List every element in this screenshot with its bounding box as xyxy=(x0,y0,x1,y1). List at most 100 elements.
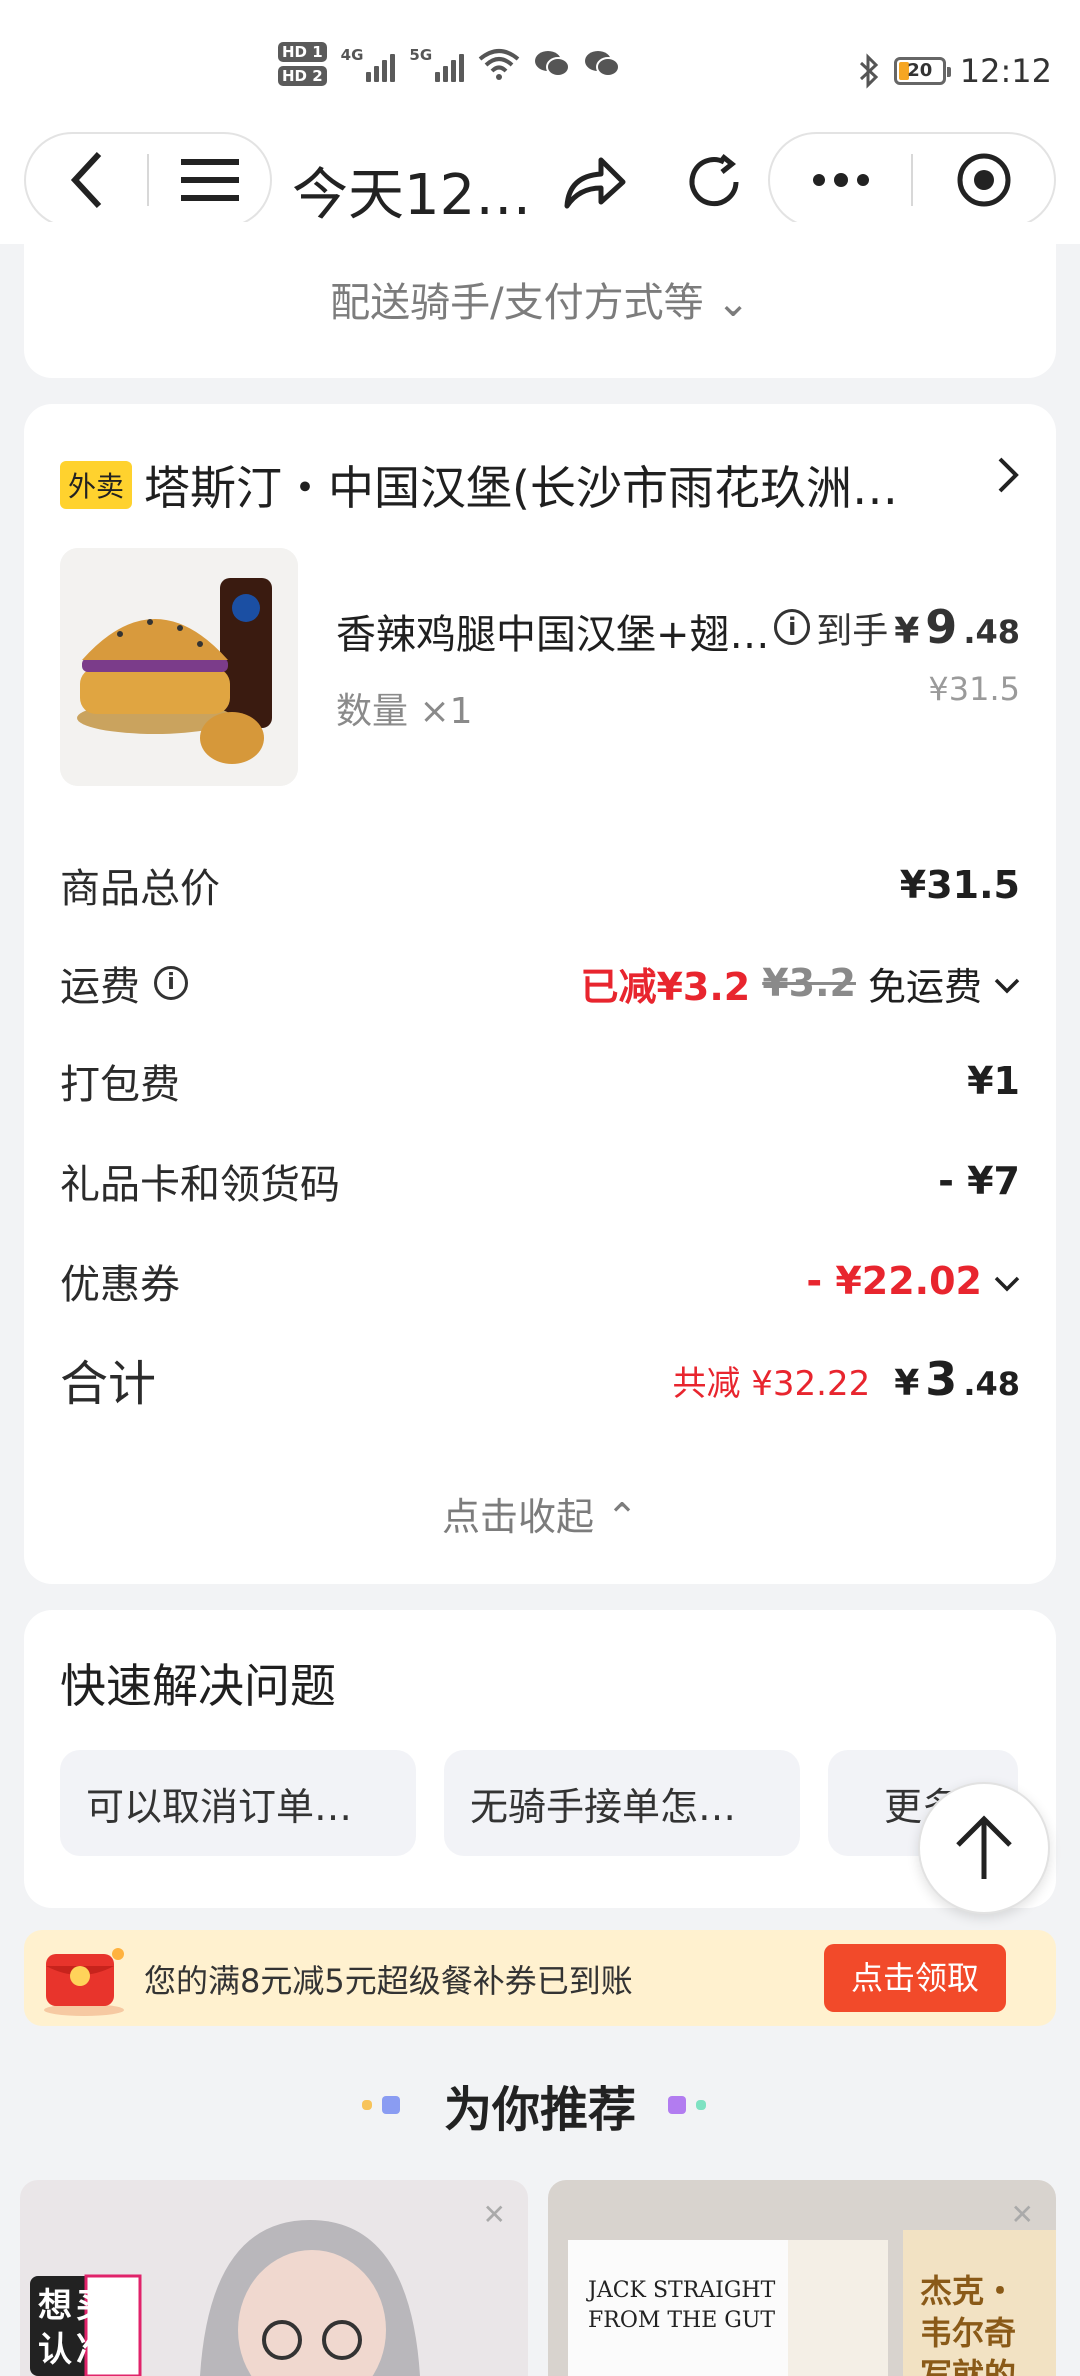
goods-total-label: 商品总价 xyxy=(60,866,220,912)
packing-fee-value: ¥1 xyxy=(967,1059,1020,1103)
price-yen: ¥ xyxy=(894,611,920,652)
arrow-up-icon xyxy=(956,1815,1012,1879)
total-row: 合计 共减 ¥32.22 ¥3.48 xyxy=(60,1344,1020,1414)
back-button[interactable] xyxy=(26,134,147,226)
price-dec: .48 xyxy=(963,613,1020,651)
goods-total-row: 商品总价 ¥31.5 xyxy=(60,850,1020,920)
hd-indicators: HD 1 HD 2 xyxy=(278,42,327,86)
recommend-dots-right xyxy=(668,2096,706,2114)
hd2-badge: HD 2 xyxy=(278,66,327,86)
info-icon[interactable]: i xyxy=(774,609,811,645)
signal-4g-icon: 4G xyxy=(341,46,396,82)
free-delivery-label: 免运费 xyxy=(867,964,982,1009)
delivery-info-card: 配送骑手/支付方式等 ⌄ xyxy=(24,222,1056,378)
coupon-value: - ¥22.02 xyxy=(806,1259,982,1303)
delivery-reduced: 已减¥3.2 xyxy=(580,964,751,1009)
store-name: 塔斯汀・中国汉堡(长沙市雨花玖洲… xyxy=(144,461,898,515)
delivery-fee-value: 已减¥3.2 ¥3.2 免运费 xyxy=(580,956,1020,1011)
refresh-icon xyxy=(689,154,739,207)
total-label: 合计 xyxy=(60,1356,157,1412)
more-button[interactable] xyxy=(770,134,911,226)
page-title: 今天12… xyxy=(292,163,532,228)
tile2-text: JACK STRAIGHT FROM THE GUT xyxy=(588,2278,776,2333)
bluetooth-icon xyxy=(859,53,878,89)
burger-illustration xyxy=(60,548,298,786)
tile1-text: 想买 认准 xyxy=(38,2286,114,2370)
quick-help-title: 快速解决问题 xyxy=(60,1659,336,1713)
gift-card-value: - ¥7 xyxy=(938,1159,1020,1203)
back-icon xyxy=(70,151,101,209)
delivery-original: ¥3.2 xyxy=(762,961,856,1005)
recommend-title: 为你推荐 xyxy=(443,2082,636,2138)
chevron-down-icon xyxy=(994,1261,1020,1301)
red-packet-icon xyxy=(44,1948,124,2016)
signal-5g-icon: 5G xyxy=(409,46,465,82)
wechat-icon-2 xyxy=(585,51,621,77)
status-bar: HD 1 HD 2 4G 5G 20 12:12 xyxy=(0,0,1080,132)
collapse-toggle[interactable]: 点击收起 ⌃ xyxy=(24,1486,1056,1541)
more-icon xyxy=(812,173,869,187)
total-dec: .48 xyxy=(963,1365,1020,1403)
battery-icon: 20 xyxy=(893,57,951,85)
product-price: i 到手 ¥9.48 xyxy=(774,600,1020,654)
recommend-item[interactable]: ✕ 想买 认准 xyxy=(20,2180,528,2376)
back-to-top-button[interactable] xyxy=(918,1782,1050,1914)
order-card: 外卖 塔斯汀・中国汉堡(长沙市雨花玖洲… 香辣鸡腿中国汉堡+翅… 数量 ×1 i… xyxy=(24,404,1056,1584)
menu-icon xyxy=(180,159,239,201)
refresh-button[interactable] xyxy=(680,146,752,218)
hd1-badge: HD 1 xyxy=(278,42,327,62)
wechat-icon xyxy=(535,51,571,77)
delivery-fee-row[interactable]: 运费 i 已减¥3.2 ¥3.2 免运费 xyxy=(60,948,1020,1018)
nav-capsule-right xyxy=(768,132,1056,228)
chevron-down-icon xyxy=(994,963,1020,1003)
recommend-item[interactable]: ✕ JACK STRAIGHT FROM THE GUT 杰克・韦尔奇 写就的 xyxy=(548,2180,1056,2376)
claim-button[interactable]: 点击领取 xyxy=(824,1944,1006,2012)
share-icon xyxy=(564,157,626,209)
target-icon xyxy=(957,153,1010,207)
delivery-fee-label-wrap: 运费 i xyxy=(60,954,188,1012)
total-value-wrap: 共减 ¥32.22 ¥3.48 xyxy=(672,1352,1020,1406)
price-int: 9 xyxy=(925,600,958,654)
close-miniapp-button[interactable] xyxy=(913,134,1054,226)
packing-fee-label: 打包费 xyxy=(60,1062,180,1108)
wifi-icon xyxy=(478,49,520,80)
price-prefix: 到手 xyxy=(816,611,889,652)
delivery-fee-label: 运费 xyxy=(60,964,140,1010)
info-icon[interactable]: i xyxy=(154,966,188,1000)
total-saved: 共减 ¥32.22 xyxy=(672,1364,871,1404)
product-original-price: ¥31.5 xyxy=(928,670,1020,708)
status-right: 20 12:12 xyxy=(858,52,1052,90)
coupon-label: 优惠券 xyxy=(60,1262,180,1308)
quick-help-card: 快速解决问题 可以取消订单… 无骑手接单怎… 更多 xyxy=(24,1610,1056,1908)
coupon-value-wrap: - ¥22.02 xyxy=(806,1259,1020,1303)
dismiss-icon[interactable]: ✕ xyxy=(483,2198,506,2231)
net1-label: 4G xyxy=(340,46,364,64)
coupon-row[interactable]: 优惠券 - ¥22.02 xyxy=(60,1246,1020,1316)
banner-text: 您的满8元减5元超级餐补券已到账 xyxy=(144,1962,633,2000)
share-button[interactable] xyxy=(558,146,630,218)
nav-capsule-left xyxy=(24,132,272,228)
takeout-tag: 外卖 xyxy=(60,461,133,509)
total-yen: ¥ xyxy=(894,1363,920,1404)
gift-card-row: 礼品卡和领货码 - ¥7 xyxy=(60,1146,1020,1216)
clock: 12:12 xyxy=(959,52,1052,90)
delivery-expand-toggle[interactable]: 配送骑手/支付方式等 ⌄ xyxy=(24,270,1056,328)
store-header[interactable]: 外卖 塔斯汀・中国汉堡(长沙市雨花玖洲… xyxy=(60,452,898,518)
packing-fee-row: 打包费 ¥1 xyxy=(60,1046,1020,1116)
menu-button[interactable] xyxy=(149,134,270,226)
help-chip-no-rider[interactable]: 无骑手接单怎… xyxy=(444,1750,800,1856)
chevron-right-icon[interactable] xyxy=(996,452,1020,506)
coupon-banner[interactable]: 您的满8元减5元超级餐补券已到账 点击领取 xyxy=(24,1930,1056,2026)
net2-label: 5G xyxy=(409,46,433,64)
status-left: HD 1 HD 2 4G 5G xyxy=(278,42,621,86)
dismiss-icon[interactable]: ✕ xyxy=(1011,2198,1034,2231)
product-image[interactable] xyxy=(60,548,298,786)
product-title[interactable]: 香辣鸡腿中国汉堡+翅… xyxy=(336,602,770,660)
goods-total-value: ¥31.5 xyxy=(899,863,1020,907)
battery-level: 20 xyxy=(907,60,933,81)
tile2-side-text: 杰克・韦尔奇 写就的 xyxy=(920,2272,1017,2376)
gift-card-label: 礼品卡和领货码 xyxy=(60,1162,340,1208)
total-int: 3 xyxy=(925,1352,958,1406)
help-chip-cancel[interactable]: 可以取消订单… xyxy=(60,1750,416,1856)
product-quantity: 数量 ×1 xyxy=(336,691,473,732)
